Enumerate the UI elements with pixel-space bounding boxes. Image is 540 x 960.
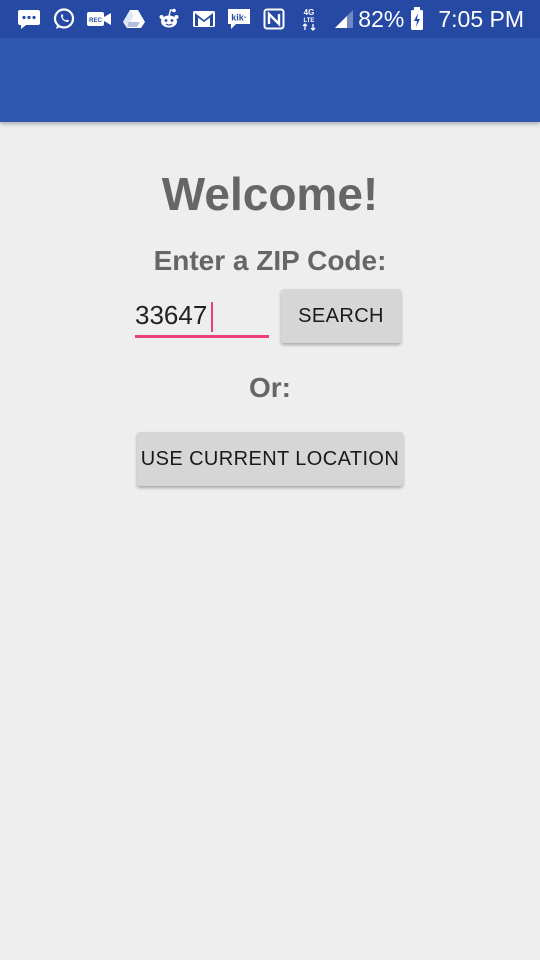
signal-icon bbox=[331, 6, 357, 32]
video-recorder-icon: REC bbox=[86, 6, 112, 32]
kik-icon: kik· bbox=[226, 6, 252, 32]
notification-icons: REC kik· 4G LTE bbox=[16, 6, 357, 32]
zip-code-input[interactable] bbox=[135, 296, 269, 334]
drive-icon bbox=[121, 6, 147, 32]
whatsapp-icon bbox=[51, 6, 77, 32]
main-content: Welcome! Enter a ZIP Code: SEARCH Or: US… bbox=[0, 122, 540, 960]
messages-icon bbox=[16, 6, 42, 32]
battery-percent: 82% bbox=[358, 5, 405, 32]
app-bar bbox=[0, 38, 540, 122]
reddit-alien-icon bbox=[156, 6, 182, 32]
zip-code-label: Enter a ZIP Code: bbox=[153, 245, 387, 276]
svg-text:LTE: LTE bbox=[304, 18, 315, 24]
text-cursor bbox=[211, 302, 213, 332]
status-right: 82% 7:05 PM bbox=[358, 6, 524, 32]
svg-text:kik·: kik· bbox=[231, 13, 247, 23]
zip-code-field[interactable] bbox=[135, 296, 269, 338]
nfc-icon bbox=[261, 6, 287, 32]
or-label: Or: bbox=[249, 372, 291, 403]
use-current-location-button[interactable]: USE CURRENT LOCATION bbox=[137, 432, 403, 486]
gmail-icon bbox=[191, 6, 217, 32]
clock: 7:05 PM bbox=[438, 5, 524, 32]
network-4g-lte-icon: 4G LTE bbox=[296, 6, 322, 32]
battery-charging-icon bbox=[410, 7, 424, 31]
search-button[interactable]: SEARCH bbox=[281, 289, 401, 343]
svg-text:REC: REC bbox=[89, 18, 102, 24]
page-title: Welcome! bbox=[161, 168, 379, 220]
status-bar: REC kik· 4G LTE 82% 7:05 PM bbox=[0, 0, 540, 38]
svg-text:4G: 4G bbox=[304, 8, 315, 17]
